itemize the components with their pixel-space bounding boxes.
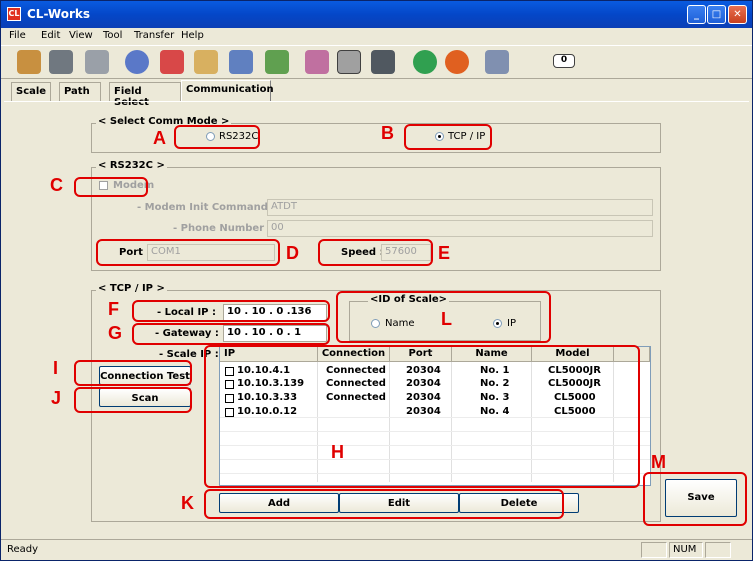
callout-k-box [204,489,564,519]
close-button[interactable]: ✕ [728,5,747,24]
status-text: Ready [7,544,39,555]
save-disk-icon[interactable] [49,50,73,74]
menu-edit[interactable]: Edit [41,30,60,41]
callout-f-box [132,300,330,322]
menu-file[interactable]: File [9,30,26,41]
callout-e-box [318,239,433,266]
keyboard-icon[interactable] [371,50,395,74]
phone-number-label: - Phone Number : [173,223,272,234]
status-bar: Ready NUM [1,539,752,560]
callout-a-letter: A [153,128,166,148]
app-window: CL CL-Works _ □ ✕ File Edit View Tool Tr… [0,0,753,561]
rs232c-title: < RS232C > [96,160,167,171]
menu-bar: File Edit View Tool Transfer Help [1,28,752,45]
callout-m-letter: M [651,452,666,472]
plu-icon[interactable] [125,50,149,74]
open-folder-icon[interactable] [17,50,41,74]
callout-j-box [74,387,192,413]
tab-path[interactable]: Path [59,82,101,101]
menu-help[interactable]: Help [181,30,204,41]
callout-b-letter: B [381,123,394,143]
download-icon[interactable] [229,50,253,74]
callout-k-letter: K [181,493,194,513]
status-pane [641,542,667,558]
menu-tool[interactable]: Tool [103,30,122,41]
status-pane [705,542,731,558]
tcpip-title: < TCP / IP > [96,283,167,294]
modem-init-field[interactable]: ATDT [267,199,653,216]
callout-b-box [404,124,492,150]
print-icon[interactable] [85,50,109,74]
callout-j-letter: J [51,388,62,408]
back-icon[interactable] [445,50,469,74]
callout-g-box [132,323,330,345]
callout-d-box [96,239,280,266]
minimize-button[interactable]: _ [687,5,706,24]
callout-l-letter: L [441,309,452,329]
grid-icon[interactable] [305,50,329,74]
callout-g-letter: G [108,323,123,343]
star-icon[interactable] [160,50,184,74]
callout-d-letter: D [286,243,299,263]
window-title: CL-Works [27,7,90,21]
go-icon[interactable] [413,50,437,74]
counter-display: 0 [553,54,575,68]
settings-icon[interactable] [485,50,509,74]
callout-h-letter: H [331,442,344,462]
tab-communication[interactable]: Communication [181,80,274,102]
tab-field-select[interactable]: Field Select [109,82,181,108]
num-indicator: NUM [669,542,703,558]
app-icon: CL [7,7,21,21]
callout-c-box [74,177,148,197]
callout-f-letter: F [108,299,119,319]
callout-h-box [204,345,640,488]
people-icon[interactable] [265,50,289,74]
tab-row: Scale Path Field Select Communication [1,80,752,108]
callout-c-letter: C [50,175,63,195]
maximize-button[interactable]: □ [707,5,726,24]
callout-e-letter: E [438,243,451,263]
phone-number-field[interactable]: 00 [267,220,653,237]
callout-i-box [74,360,192,386]
tab-scale[interactable]: Scale [11,82,51,101]
menu-view[interactable]: View [69,30,93,41]
menu-transfer[interactable]: Transfer [134,30,174,41]
upload-icon[interactable] [194,50,218,74]
callout-i-letter: I [53,358,59,378]
label-icon[interactable] [337,50,361,74]
callout-a-box [174,125,260,149]
toolbar: 0 [1,45,752,79]
callout-m-box [643,472,747,526]
modem-init-label: - Modem Init Command : [137,202,276,213]
title-bar[interactable]: CL CL-Works _ □ ✕ [1,1,752,28]
